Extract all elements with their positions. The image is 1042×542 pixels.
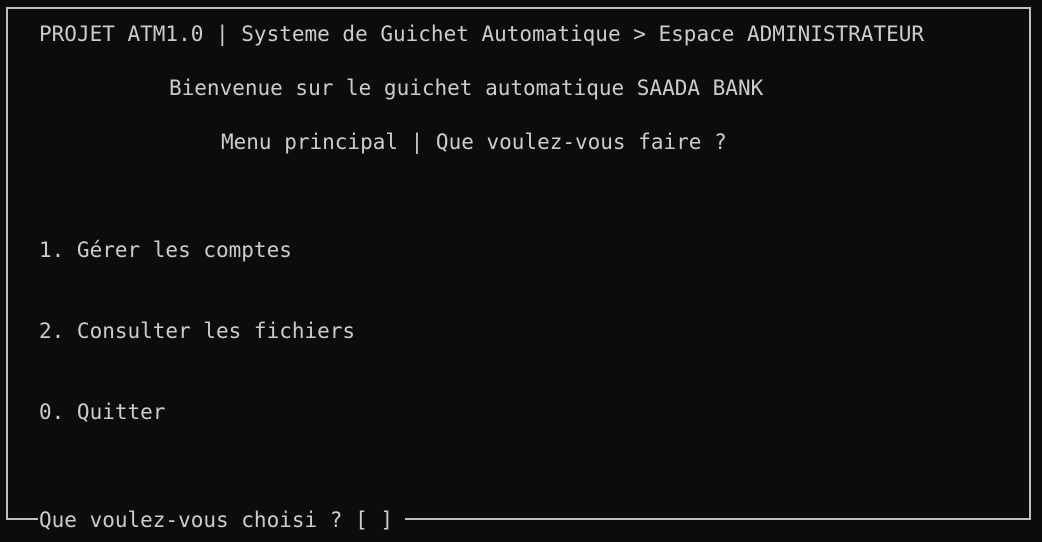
- menu-option-view-files: 2. Consulter les fichiers: [39, 319, 356, 343]
- choice-prompt-input[interactable]: Que voulez-vous choisi ? [ ]: [39, 508, 394, 532]
- menu-heading: Menu principal | Que voulez-vous faire ?: [221, 130, 727, 154]
- frame-bottom-border-right: [405, 518, 1031, 520]
- menu-option-quit: 0. Quitter: [39, 400, 166, 424]
- frame-bottom-border-left: [6, 518, 38, 520]
- menu-option-manage-accounts: 1. Gérer les comptes: [39, 238, 292, 262]
- page-title: PROJET ATM1.0 | Systeme de Guichet Autom…: [39, 22, 925, 46]
- welcome-message: Bienvenue sur le guichet automatique SAA…: [169, 76, 764, 100]
